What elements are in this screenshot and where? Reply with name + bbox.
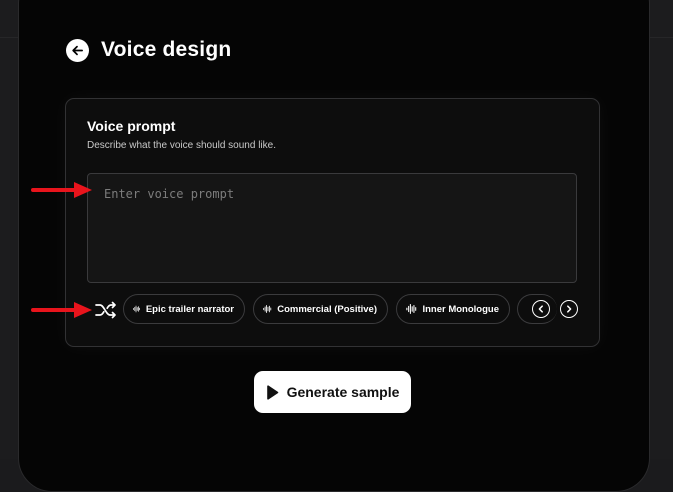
preset-chip-label: Epic trailer narrator bbox=[145, 303, 234, 315]
presets-prev-button[interactable] bbox=[532, 300, 550, 318]
annotation-arrow-icon bbox=[31, 302, 92, 318]
voice-prompt-input[interactable] bbox=[87, 173, 577, 283]
waveform-icon bbox=[406, 304, 417, 314]
voice-prompt-title: Voice prompt bbox=[87, 118, 176, 134]
voice-prompt-card: Voice prompt Describe what the voice sho… bbox=[65, 98, 600, 347]
preset-chip-label: Inner Monologue bbox=[422, 303, 499, 315]
background-divider bbox=[0, 37, 18, 38]
chevron-left-icon bbox=[538, 305, 543, 313]
chevron-right-icon bbox=[567, 305, 572, 313]
page-header: Voice design bbox=[66, 38, 231, 62]
play-icon bbox=[266, 384, 278, 400]
generate-sample-label: Generate sample bbox=[286, 384, 400, 400]
waveform-icon bbox=[263, 305, 272, 313]
waveform-icon bbox=[133, 305, 140, 313]
preset-chip-epic-trailer-narrator[interactable]: Epic trailer narrator bbox=[123, 294, 245, 324]
preset-chip-inner-monologue[interactable]: Inner Monologue bbox=[396, 294, 510, 324]
arrow-left-icon bbox=[72, 45, 83, 55]
preset-chip-label: Commercial (Positive) bbox=[277, 303, 377, 315]
annotation-arrow-icon bbox=[31, 182, 92, 198]
shuffle-icon[interactable] bbox=[95, 300, 117, 320]
background-divider bbox=[648, 37, 673, 38]
preset-chips-row: Epic trailer narrator Commercial (Positi… bbox=[95, 294, 591, 326]
presets-next-button[interactable] bbox=[560, 300, 578, 318]
back-button[interactable] bbox=[66, 38, 89, 62]
page-title: Voice design bbox=[101, 38, 232, 61]
generate-sample-button[interactable]: Generate sample bbox=[254, 371, 411, 413]
voice-prompt-subtitle: Describe what the voice should sound lik… bbox=[87, 140, 276, 151]
preset-chip-commercial-positive[interactable]: Commercial (Positive) bbox=[253, 294, 388, 324]
